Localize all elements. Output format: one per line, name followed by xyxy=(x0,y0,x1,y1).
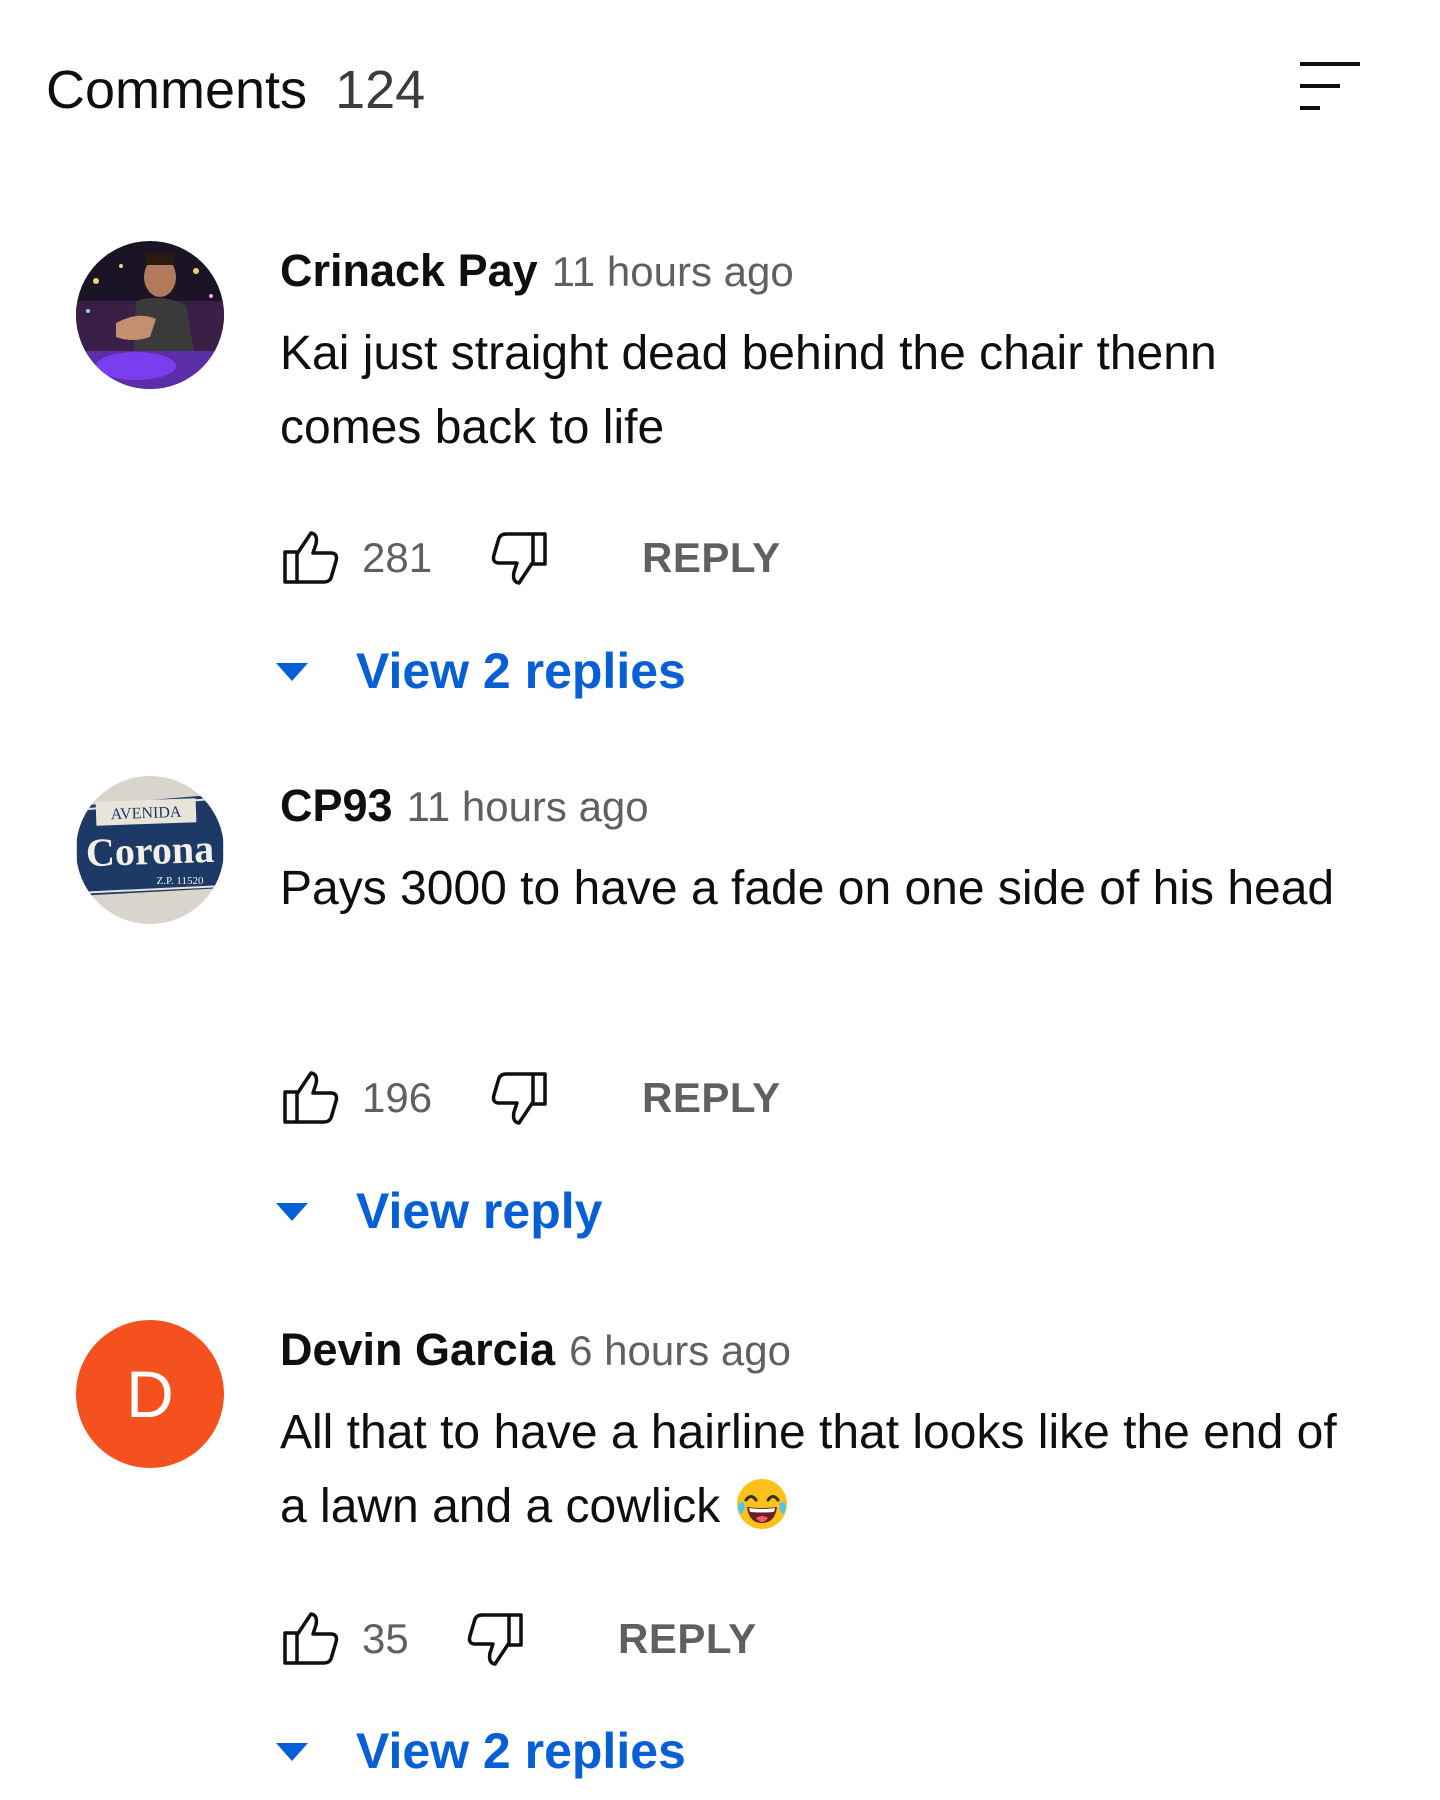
view-replies-label: View 2 replies xyxy=(356,643,686,699)
comment-text-wrapper: All that to have a hairline that looks l… xyxy=(280,1396,1340,1544)
thumbs-down-icon[interactable] xyxy=(490,528,550,588)
avatar-sign-main: Corona xyxy=(85,826,215,875)
reply-button[interactable]: REPLY xyxy=(642,1074,781,1122)
reply-button[interactable]: REPLY xyxy=(618,1615,757,1663)
comments-title: Comments xyxy=(46,60,308,120)
thumbs-down-icon[interactable] xyxy=(490,1068,550,1128)
avatar[interactable]: AVENIDA Corona Z.P. 11520 xyxy=(76,776,224,924)
thumbs-up-icon[interactable] xyxy=(280,528,340,588)
avatar-letter: D xyxy=(126,1357,174,1431)
avatar[interactable]: D xyxy=(76,1320,224,1468)
author-name[interactable]: Crinack Pay xyxy=(280,245,538,296)
comments-header: Comments 124 xyxy=(46,50,1394,130)
caret-down-icon xyxy=(276,1743,308,1761)
comment-time[interactable]: 11 hours ago xyxy=(552,248,794,295)
author-name[interactable]: Devin Garcia xyxy=(280,1324,555,1375)
view-replies-label: View 2 replies xyxy=(356,1723,686,1779)
reply-button[interactable]: REPLY xyxy=(642,534,781,582)
view-replies-label: View reply xyxy=(356,1183,603,1239)
avatar-sign-top: AVENIDA xyxy=(110,804,182,823)
sort-icon[interactable] xyxy=(1292,58,1362,118)
laughing-tears-emoji-icon xyxy=(737,1479,788,1529)
comment-text: Pays 3000 to have a fade on one side of … xyxy=(280,862,1335,915)
comment-time[interactable]: 6 hours ago xyxy=(569,1327,791,1374)
comment-text: All that to have a hairline that looks l… xyxy=(280,1406,1337,1533)
avatar-photo xyxy=(76,241,224,389)
thumbs-down-icon[interactable] xyxy=(466,1609,526,1669)
view-replies-button[interactable]: View 2 replies xyxy=(270,636,686,706)
thumbs-up-icon[interactable] xyxy=(280,1068,340,1128)
comment-text: Kai just straight dead behind the chair … xyxy=(280,327,1217,454)
caret-down-icon xyxy=(276,663,308,681)
avatar-sign-bottom: Z.P. 11520 xyxy=(157,875,204,887)
author-name[interactable]: CP93 xyxy=(280,780,393,831)
like-count: 35 xyxy=(362,1615,409,1662)
comments-count: 124 xyxy=(335,60,426,120)
view-replies-button[interactable]: View 2 replies xyxy=(270,1716,686,1786)
view-reply-button[interactable]: View reply xyxy=(270,1176,602,1246)
caret-down-icon xyxy=(276,1203,308,1221)
avatar-corona-sign: AVENIDA Corona Z.P. 11520 xyxy=(76,776,224,924)
like-count: 196 xyxy=(362,1074,433,1121)
comment-time[interactable]: 11 hours ago xyxy=(407,783,649,830)
like-count: 281 xyxy=(362,534,433,581)
thumbs-up-icon[interactable] xyxy=(280,1609,340,1669)
avatar[interactable] xyxy=(76,241,224,389)
